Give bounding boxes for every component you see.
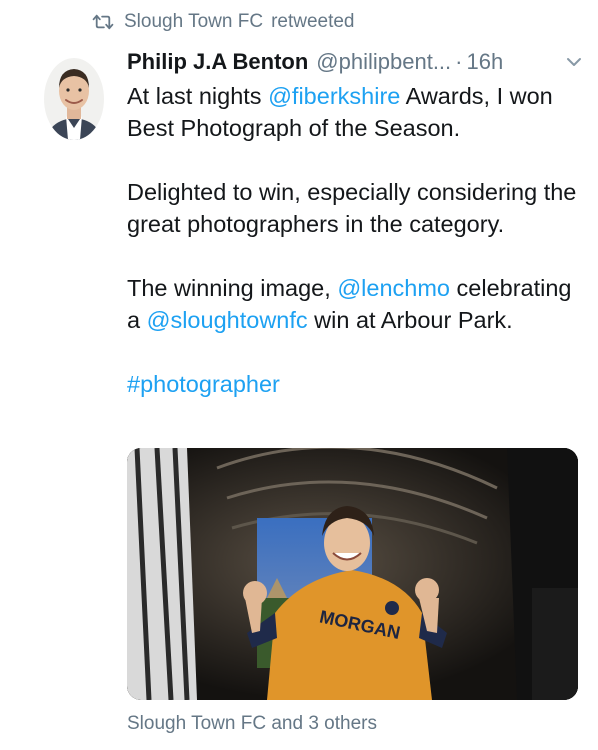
separator-dot: · <box>455 49 463 74</box>
tweet-paragraph-2: Delighted to win, especially considering… <box>127 179 577 237</box>
chevron-down-icon[interactable] <box>564 52 584 72</box>
engagement-summary[interactable]: Slough Town FC and 3 others <box>127 713 377 735</box>
tweet-text: At last nights @fiberkshire Awards, I wo… <box>127 80 587 400</box>
timestamp[interactable]: 16h <box>466 49 503 75</box>
tweet-header: Philip J.A Benton @philipbent... · 16h <box>127 46 584 78</box>
retweet-context[interactable]: Slough Town FC retweeted <box>92 8 355 36</box>
retweet-action: retweeted <box>271 11 355 32</box>
mention-link[interactable]: @sloughtownfc <box>147 307 308 333</box>
author-name[interactable]: Philip J.A Benton <box>127 49 308 75</box>
tweet-paragraph-4: #photographer <box>127 368 587 400</box>
retweet-icon <box>92 13 114 31</box>
hashtag-link[interactable]: #photographer <box>127 371 280 397</box>
avatar[interactable] <box>44 58 104 140</box>
tweet-paragraph-3: The winning image, @lenchmo celebrating … <box>127 272 587 336</box>
tweet-photo[interactable]: MORGAN <box>127 448 578 700</box>
text-segment: win at Arbour Park. <box>307 307 513 333</box>
mention-link[interactable]: @fiberkshire <box>268 83 400 109</box>
retweet-account[interactable]: Slough Town FC <box>124 11 263 33</box>
tweet-paragraph-1: At last nights @fiberkshire Awards, I wo… <box>127 80 587 144</box>
mention-link[interactable]: @lenchmo <box>337 275 450 301</box>
author-handle[interactable]: @philipbent... <box>316 49 451 75</box>
text-segment: The winning image, <box>127 275 338 301</box>
text-segment: At last nights <box>127 83 269 109</box>
